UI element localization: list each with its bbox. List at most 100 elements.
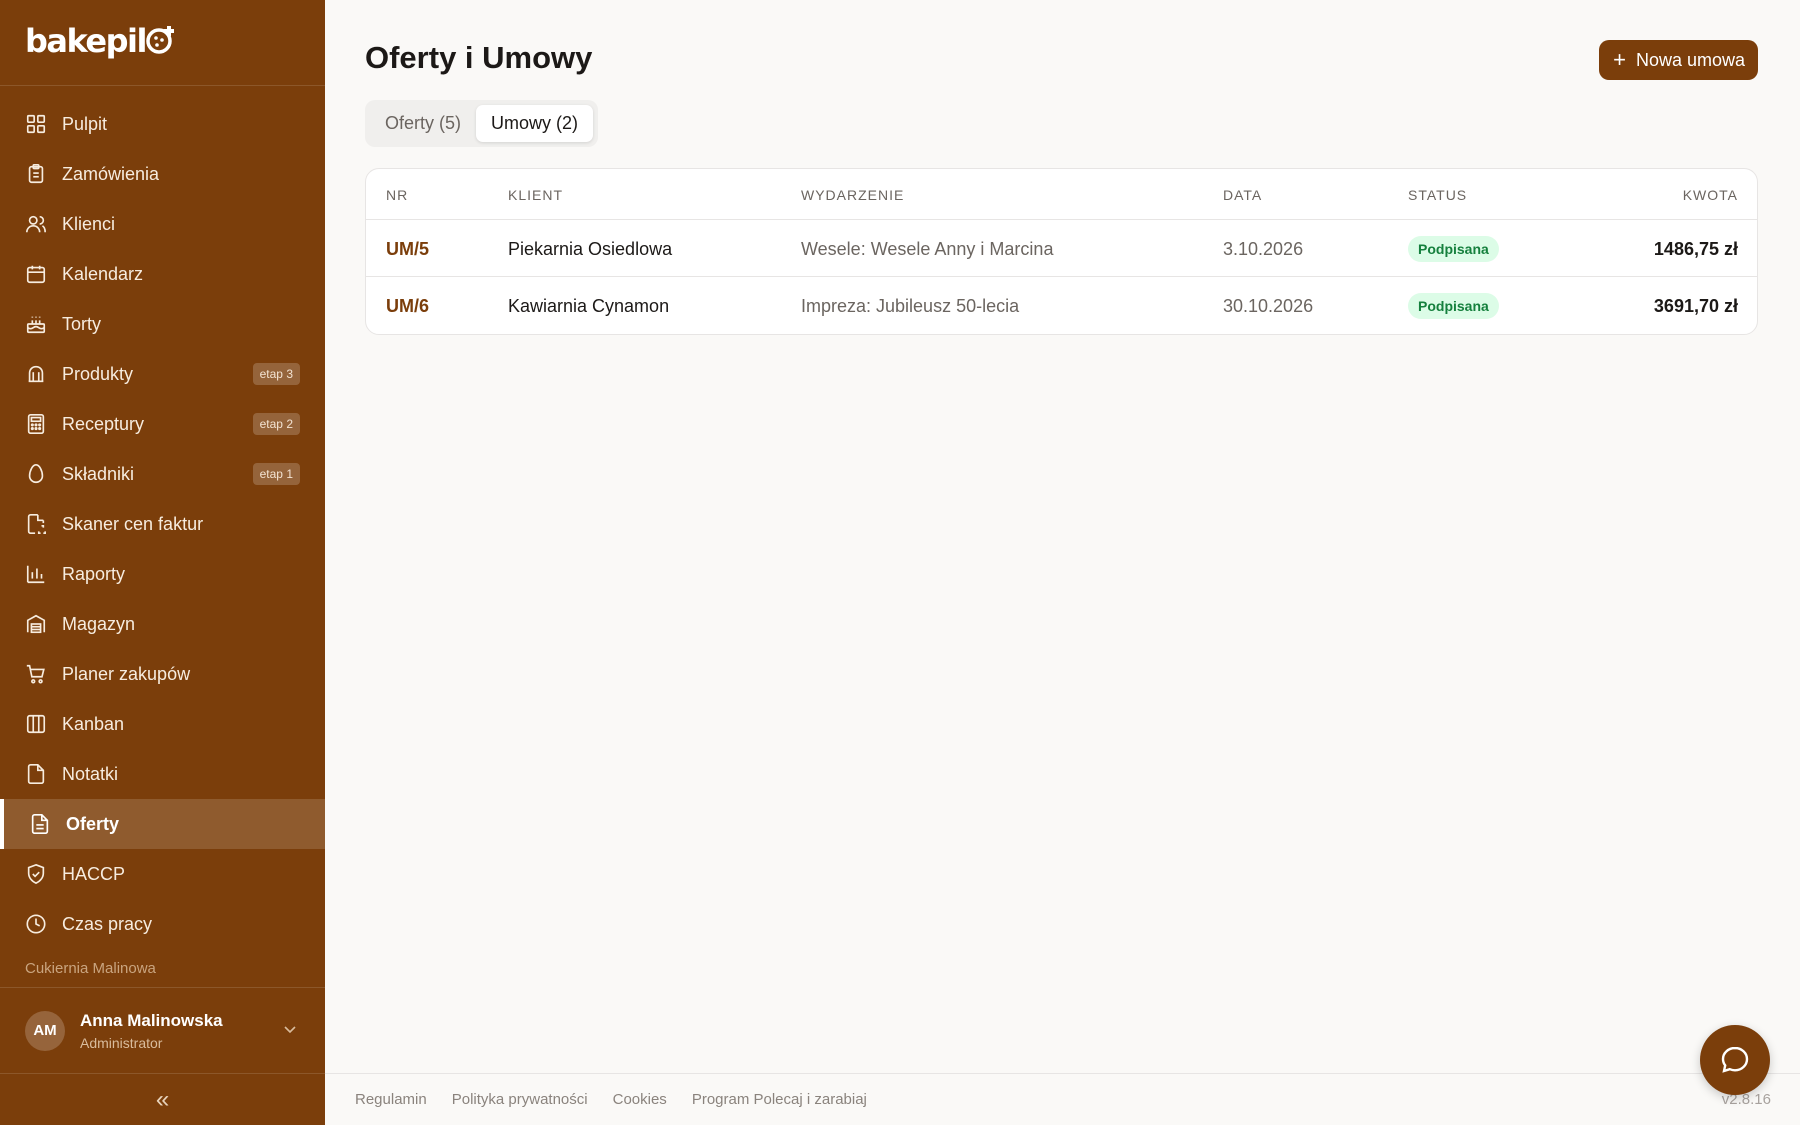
- sidebar-item-planer-zakupow[interactable]: Planer zakupów: [0, 649, 325, 699]
- sidebar-item-pulpit[interactable]: Pulpit: [0, 99, 325, 149]
- amount: 1486,75 zł: [1653, 239, 1738, 259]
- sidebar-item-haccp[interactable]: HACCP: [0, 849, 325, 899]
- sidebar-item-skladniki[interactable]: Składniki etap 1: [0, 449, 325, 499]
- column-header-nr[interactable]: NR: [386, 187, 408, 203]
- organization-name: Cukiernia Malinowa: [25, 960, 156, 977]
- sidebar-item-label: Receptury: [62, 413, 145, 434]
- cookie-logo-icon: [146, 26, 174, 54]
- clipboard-icon: [25, 163, 47, 185]
- sidebar-item-klienci[interactable]: Klienci: [0, 199, 325, 249]
- table-header: NR KLIENT WYDARZENIE DATA STATUS KWOTA: [366, 169, 1757, 220]
- tabs: Oferty (5) Umowy (2): [365, 100, 599, 147]
- chat-bubble-icon: [1721, 1046, 1749, 1073]
- event-name: Wesele: Wesele Anny i Marcina: [801, 239, 1054, 259]
- client-name: Kawiarnia Cynamon: [508, 296, 670, 316]
- sidebar-item-label: Magazyn: [62, 613, 136, 634]
- new-contract-button[interactable]: + Nowa umowa: [1599, 40, 1758, 80]
- sidebar-item-label: Raporty: [62, 563, 126, 584]
- sidebar-item-kalendarz[interactable]: Kalendarz: [0, 249, 325, 299]
- footer-link-referral[interactable]: Program Polecaj i zarabiaj: [692, 1091, 867, 1108]
- egg-icon: [25, 463, 47, 485]
- collapse-sidebar-button[interactable]: «: [0, 1074, 325, 1125]
- chat-button[interactable]: [1700, 1025, 1770, 1095]
- cart-icon: [25, 663, 47, 685]
- double-chevron-left-icon: «: [155, 1085, 170, 1113]
- column-header-kwota[interactable]: KWOTA: [1683, 187, 1738, 203]
- sidebar-item-oferty[interactable]: Oferty: [0, 799, 325, 849]
- amount: 3691,70 zł: [1653, 296, 1738, 316]
- stage-badge: etap 2: [252, 413, 300, 435]
- sidebar-item-label: Skaner cen faktur: [62, 513, 204, 534]
- sidebar-item-label: Pulpit: [62, 113, 108, 134]
- main-content: Oferty i Umowy + Nowa umowa Oferty (5) U…: [325, 0, 1800, 1125]
- sidebar-nav: Pulpit Zamówienia Klienci Kalendarz Tort…: [0, 86, 325, 949]
- sidebar-item-label: Planer zakupów: [62, 663, 191, 684]
- new-contract-button-label: Nowa umowa: [1635, 49, 1745, 70]
- sidebar-item-receptury[interactable]: Receptury etap 2: [0, 399, 325, 449]
- scan-document-icon: [25, 513, 47, 535]
- logo[interactable]: bakepil: [0, 0, 325, 86]
- sidebar-item-magazyn[interactable]: Magazyn: [0, 599, 325, 649]
- dashboard-icon: [25, 113, 47, 135]
- sidebar-item-label: Czas pracy: [62, 913, 153, 934]
- sidebar-item-label: Notatki: [62, 763, 119, 784]
- sidebar-item-notatki[interactable]: Notatki: [0, 749, 325, 799]
- stage-badge: etap 1: [252, 463, 300, 485]
- sidebar: bakepil Pulpit Zamówienia Klienci Kalend…: [0, 0, 325, 1125]
- user-info: Anna Malinowska Administrator: [80, 1011, 223, 1051]
- tab-oferty[interactable]: Oferty (5): [370, 105, 476, 142]
- contract-number-link[interactable]: UM/6: [386, 296, 429, 317]
- users-icon: [25, 213, 47, 235]
- chevron-down-icon: [284, 1026, 296, 1034]
- bar-chart-icon: [25, 563, 47, 585]
- sidebar-item-kanban[interactable]: Kanban: [0, 699, 325, 749]
- sidebar-item-raporty[interactable]: Raporty: [0, 549, 325, 599]
- brand-logo: bakepil: [25, 22, 174, 60]
- sidebar-item-skaner-cen-faktur[interactable]: Skaner cen faktur: [0, 499, 325, 549]
- sidebar-item-label: Kanban: [62, 713, 125, 734]
- cake-icon: [25, 313, 47, 335]
- sidebar-item-produkty[interactable]: Produkty etap 3: [0, 349, 325, 399]
- event-date: 30.10.2026: [1223, 296, 1314, 316]
- table-row[interactable]: UM/5 Piekarnia Osiedlowa Wesele: Wesele …: [366, 220, 1757, 277]
- stage-badge: etap 3: [252, 363, 300, 385]
- sidebar-item-torty[interactable]: Torty: [0, 299, 325, 349]
- calculator-icon: [25, 413, 47, 435]
- column-header-klient[interactable]: KLIENT: [508, 187, 563, 203]
- sidebar-item-label: Produkty: [62, 363, 134, 384]
- clock-icon: [25, 913, 47, 935]
- sidebar-item-label: HACCP: [62, 863, 126, 884]
- sidebar-item-label: Zamówienia: [62, 163, 160, 184]
- footer-link-privacy[interactable]: Polityka prywatności: [452, 1091, 588, 1108]
- sidebar-item-zamowienia[interactable]: Zamówienia: [0, 149, 325, 199]
- table-row[interactable]: UM/6 Kawiarnia Cynamon Impreza: Jubileus…: [366, 277, 1757, 334]
- sidebar-item-label: Składniki: [62, 463, 135, 484]
- footer-link-cookies[interactable]: Cookies: [613, 1091, 667, 1108]
- user-name: Anna Malinowska: [80, 1010, 223, 1030]
- column-header-status[interactable]: STATUS: [1408, 187, 1467, 203]
- columns-icon: [25, 713, 47, 735]
- client-name: Piekarnia Osiedlowa: [508, 239, 673, 259]
- column-header-data[interactable]: DATA: [1223, 187, 1262, 203]
- column-header-wydarzenie[interactable]: WYDARZENIE: [801, 187, 904, 203]
- sidebar-item-label: Oferty: [66, 813, 120, 834]
- footer-link-regulamin[interactable]: Regulamin: [355, 1091, 427, 1108]
- user-role: Administrator: [80, 1034, 163, 1051]
- brand-name: bakepil: [25, 22, 147, 60]
- sidebar-item-label: Klienci: [62, 213, 116, 234]
- croissant-icon: [25, 363, 47, 385]
- calendar-icon: [25, 263, 47, 285]
- status-badge: Podpisana: [1408, 236, 1499, 262]
- event-date: 3.10.2026: [1223, 239, 1304, 259]
- footer-links: Regulamin Polityka prywatności Cookies P…: [355, 1091, 892, 1108]
- warehouse-icon: [25, 613, 47, 635]
- contract-number-link[interactable]: UM/5: [386, 239, 429, 260]
- tab-umowy[interactable]: Umowy (2): [476, 105, 594, 142]
- user-menu[interactable]: AM Anna Malinowska Administrator: [0, 987, 325, 1074]
- sidebar-item-czas-pracy[interactable]: Czas pracy: [0, 899, 325, 949]
- shield-check-icon: [25, 863, 47, 885]
- plus-icon: +: [1613, 47, 1626, 72]
- document-icon: [29, 813, 51, 835]
- status-badge: Podpisana: [1408, 293, 1499, 319]
- page-title: Oferty i Umowy: [365, 40, 593, 75]
